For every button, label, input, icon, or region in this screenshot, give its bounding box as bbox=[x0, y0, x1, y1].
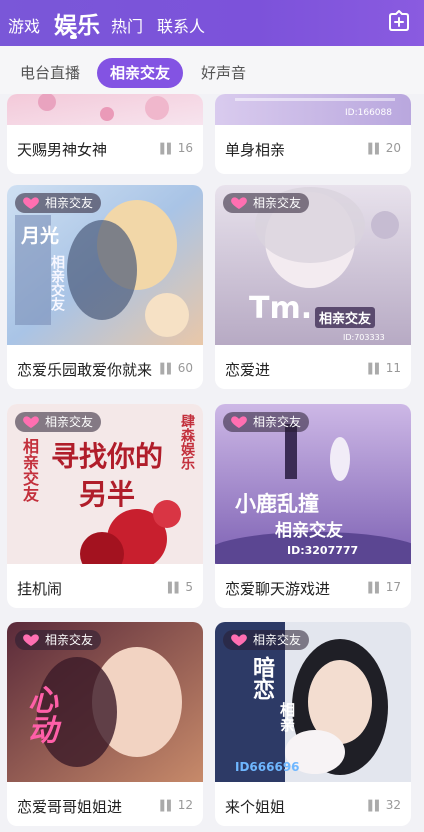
signal-bars-icon: ▌▌ bbox=[160, 144, 174, 155]
room-title: 恋爱哥哥姐姐进 bbox=[17, 798, 123, 816]
cover-text: 相亲交友 bbox=[20, 438, 39, 502]
cover-text: Tm. bbox=[249, 291, 313, 326]
room-card[interactable]: 相亲交友 暗恋 相亲 ID666696 来个姐姐 ▌▌ 32 bbox=[215, 622, 411, 826]
room-card[interactable]: 相亲交友 小鹿乱撞 相亲交友 ID:3207777 恋爱聊天游戏进 ▌▌ 17 bbox=[215, 404, 411, 608]
heart-icon bbox=[231, 197, 247, 209]
cover-text: 相亲交友 bbox=[275, 521, 343, 541]
tab-hot[interactable]: 热门 bbox=[111, 13, 143, 37]
room-card[interactable]: 相亲交友 Tm. 相亲交友 ID:703333 恋爱进 ▌▌ 11 bbox=[215, 185, 411, 389]
tab-contacts[interactable]: 联系人 bbox=[157, 13, 205, 37]
subtab-radio-live[interactable]: 电台直播 bbox=[20, 58, 80, 88]
cover-id-text: ID666696 bbox=[235, 760, 300, 774]
cover-text: 月光 bbox=[21, 225, 60, 247]
cover-text: 相亲交友 bbox=[315, 307, 376, 328]
listener-count: ▌▌ 32 bbox=[368, 798, 401, 812]
cover-id-text: ID:166088 bbox=[345, 108, 392, 118]
room-card[interactable]: 相亲交友 心动 恋爱哥哥姐姐进 ▌▌ 12 bbox=[7, 622, 203, 826]
category-badge: 相亲交友 bbox=[223, 630, 310, 650]
room-card[interactable]: ID:166088 单身相亲 ▌▌ 20 bbox=[215, 94, 411, 174]
top-nav: 游戏 娱乐 热门 联系人 bbox=[0, 0, 424, 46]
room-card[interactable]: 相亲交友 月光 相亲交友 恋爱乐园敢爱你就来 ▌▌ 60 bbox=[7, 185, 203, 389]
heart-icon bbox=[231, 634, 247, 646]
room-title: 天赐男神女神 bbox=[17, 141, 108, 159]
category-badge: 相亲交友 bbox=[15, 630, 102, 650]
subtab-dating[interactable]: 相亲交友 bbox=[97, 58, 183, 88]
cover-text: 相亲交友 bbox=[49, 255, 65, 311]
cover-text: 小鹿乱撞 bbox=[235, 492, 319, 516]
tab-entertainment[interactable]: 娱乐 bbox=[54, 6, 100, 40]
heart-icon bbox=[231, 416, 247, 428]
category-badge: 相亲交友 bbox=[15, 193, 102, 213]
cover-text: 肆森娱乐 bbox=[179, 414, 195, 470]
signal-bars-icon: ▌▌ bbox=[160, 801, 174, 812]
signal-bars-icon: ▌▌ bbox=[368, 364, 382, 375]
subtab-good-voice[interactable]: 好声音 bbox=[201, 58, 246, 88]
category-badge: 相亲交友 bbox=[223, 193, 310, 213]
room-card[interactable]: 相亲交友 寻找你的另半 相亲交友 肆森娱乐 挂机闹 ▌▌ 5 bbox=[7, 404, 203, 608]
signal-bars-icon: ▌▌ bbox=[368, 801, 382, 812]
heart-icon bbox=[23, 416, 39, 428]
signal-bars-icon: ▌▌ bbox=[167, 583, 182, 594]
cover-text: 暗恋 bbox=[249, 656, 274, 700]
listener-count: ▌▌ 16 bbox=[160, 141, 193, 155]
room-title: 来个姐姐 bbox=[225, 798, 286, 816]
listener-count: ▌▌ 5 bbox=[167, 580, 193, 594]
tab-games[interactable]: 游戏 bbox=[8, 13, 40, 37]
heart-icon bbox=[23, 197, 39, 209]
signal-bars-icon: ▌▌ bbox=[160, 364, 174, 375]
room-card[interactable]: 天赐男神女神 ▌▌ 16 bbox=[7, 94, 203, 174]
cover-text: 相亲 bbox=[278, 702, 296, 732]
listener-count: ▌▌ 17 bbox=[368, 580, 401, 594]
listener-count: ▌▌ 12 bbox=[160, 798, 193, 812]
listener-count: ▌▌ 20 bbox=[368, 141, 401, 155]
heart-icon bbox=[23, 634, 39, 646]
cover-id-text: ID:703333 bbox=[343, 333, 385, 342]
active-tab-indicator bbox=[70, 35, 77, 39]
listener-count: ▌▌ 11 bbox=[368, 361, 401, 375]
category-badge: 相亲交友 bbox=[223, 412, 310, 432]
signal-bars-icon: ▌▌ bbox=[368, 144, 382, 155]
plus-box-icon[interactable] bbox=[386, 7, 412, 33]
cover-text: 寻找你的另半 bbox=[51, 440, 164, 511]
room-cover-image bbox=[7, 94, 203, 125]
room-title: 挂机闹 bbox=[17, 580, 63, 598]
room-title: 单身相亲 bbox=[225, 141, 286, 159]
signal-bars-icon: ▌▌ bbox=[368, 583, 382, 594]
cover-id-text: ID:3207777 bbox=[287, 544, 359, 557]
cover-text: 心动 bbox=[22, 684, 57, 744]
listener-count: ▌▌ 60 bbox=[160, 361, 193, 375]
room-title: 恋爱进 bbox=[225, 361, 271, 379]
sub-tabs: 电台直播 相亲交友 好声音 bbox=[0, 46, 424, 94]
room-title: 恋爱乐园敢爱你就来 bbox=[17, 361, 153, 379]
room-title: 恋爱聊天游戏进 bbox=[225, 580, 331, 598]
category-badge: 相亲交友 bbox=[15, 412, 102, 432]
